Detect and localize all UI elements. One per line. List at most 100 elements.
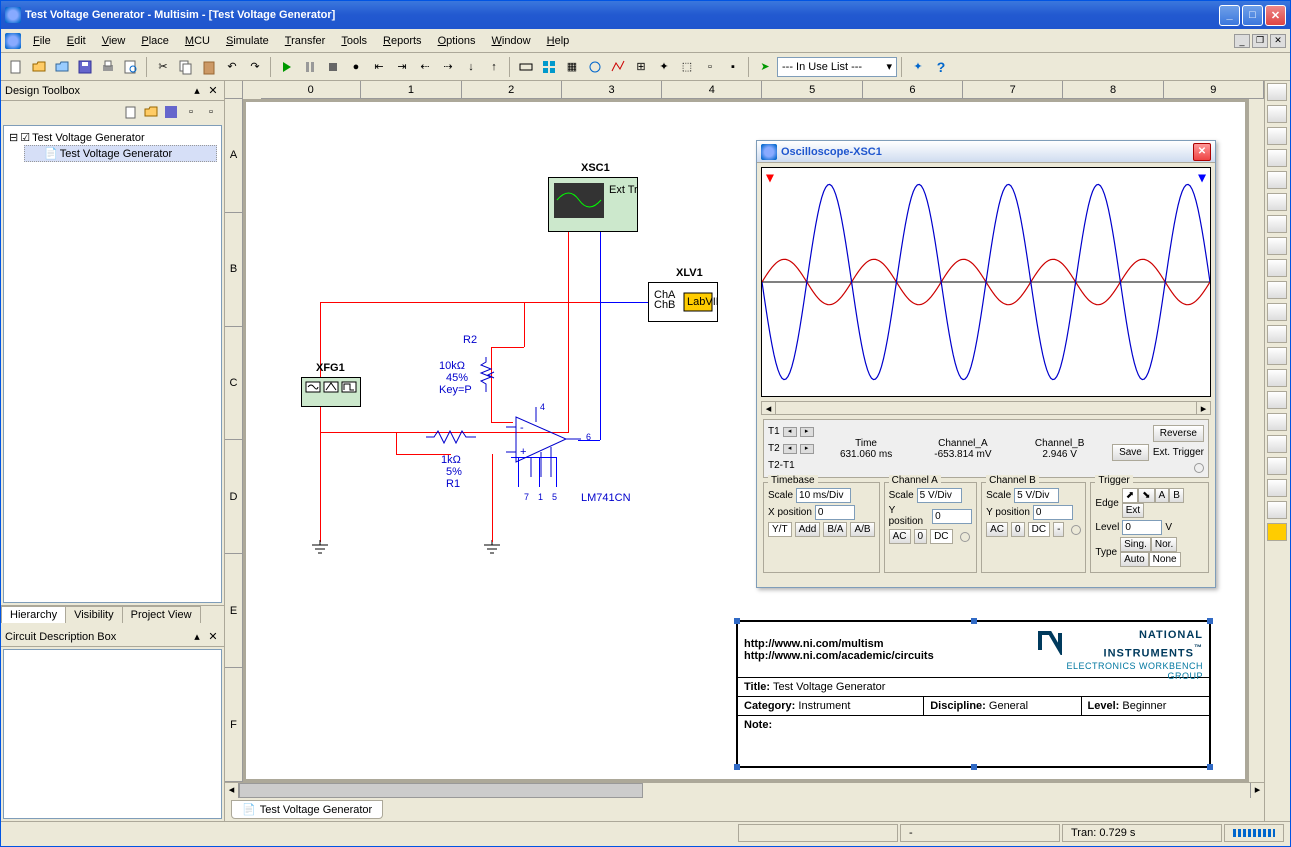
instrument-probe[interactable] <box>1267 501 1287 519</box>
cha-ypos-input[interactable] <box>932 509 972 524</box>
timebase-xpos-input[interactable] <box>815 505 855 520</box>
help-button[interactable]: ? <box>930 56 952 78</box>
tb-proj-5[interactable]: ▫ <box>202 103 220 121</box>
open-project-button[interactable] <box>142 103 160 121</box>
in-use-list-dropdown[interactable]: --- In Use List ---▾ <box>777 57 897 77</box>
pause-button[interactable] <box>299 56 321 78</box>
maximize-button[interactable]: □ <box>1242 5 1263 26</box>
canvas-scroll-h[interactable]: ◂ ▸ <box>225 782 1264 798</box>
xlv1-component[interactable]: ChAChBLabVIEW <box>648 282 718 322</box>
instrument-tek-scope[interactable] <box>1267 457 1287 475</box>
tb-btn-10[interactable]: ↑ <box>483 56 505 78</box>
chb-modes-jack[interactable] <box>1071 525 1081 535</box>
trigger-edge-[interactable]: ⬊ <box>1138 488 1154 503</box>
chb-modes-0[interactable]: 0 <box>1011 522 1025 537</box>
redo-button[interactable]: ↷ <box>244 56 266 78</box>
open-sample-button[interactable] <box>51 56 73 78</box>
cut-button[interactable]: ✂ <box>152 56 174 78</box>
timebase-modes-ab[interactable]: A/B <box>850 522 874 537</box>
trigger-types-sing[interactable]: Sing. <box>1120 537 1151 552</box>
instrument-4ch-scope[interactable] <box>1267 171 1287 189</box>
cha-modes-dc[interactable]: DC <box>930 529 952 544</box>
expand-icon[interactable]: ⊟ <box>9 131 18 144</box>
close-button[interactable]: ✕ <box>1265 5 1286 26</box>
tb-btn-20[interactable]: ➤ <box>754 56 776 78</box>
menu-options[interactable]: Options <box>430 33 484 49</box>
t2-spinner[interactable]: ◂ <box>783 444 797 454</box>
step-button[interactable]: ● <box>345 56 367 78</box>
undo-button[interactable]: ↶ <box>221 56 243 78</box>
instrument-agilent-fg[interactable] <box>1267 391 1287 409</box>
run-button[interactable] <box>276 56 298 78</box>
instrument-logic-converter[interactable] <box>1267 281 1287 299</box>
tb-btn-16[interactable]: ✦ <box>653 56 675 78</box>
menu-reports[interactable]: Reports <box>375 33 430 49</box>
instrument-distortion[interactable] <box>1267 325 1287 343</box>
t2-spinner-r[interactable]: ▸ <box>800 444 814 454</box>
desc-close-button[interactable]: ✕ <box>206 630 220 644</box>
instrument-agilent-scope[interactable] <box>1267 435 1287 453</box>
tb-btn-7[interactable]: ⇠ <box>414 56 436 78</box>
trigger-edge-a[interactable]: A <box>1155 488 1170 503</box>
tb-btn-6[interactable]: ⇥ <box>391 56 413 78</box>
instrument-spectrum[interactable] <box>1267 347 1287 365</box>
grapher-button[interactable]: ▦ <box>561 56 583 78</box>
trigger-edge-[interactable]: ⬈ <box>1122 488 1138 503</box>
save-project-button[interactable] <box>162 103 180 121</box>
save-button[interactable] <box>74 56 96 78</box>
panel-tab-project-view[interactable]: Project View <box>122 606 201 623</box>
analysis-button[interactable] <box>607 56 629 78</box>
panel-close-button[interactable]: ✕ <box>206 84 220 98</box>
print-button[interactable] <box>97 56 119 78</box>
menu-window[interactable]: Window <box>483 33 538 49</box>
timebase-modes-yt[interactable]: Y/T <box>768 522 792 537</box>
mdi-restore-button[interactable]: ❐ <box>1252 34 1268 48</box>
tb-btn-9[interactable]: ↓ <box>460 56 482 78</box>
menu-file[interactable]: File <box>25 33 59 49</box>
chb-modes-dc[interactable]: DC <box>1028 522 1050 537</box>
oscilloscope-close-button[interactable]: ✕ <box>1193 143 1211 161</box>
reverse-button[interactable]: Reverse <box>1153 425 1204 442</box>
ext-trigger-jack[interactable] <box>1194 463 1204 473</box>
trigger-types-none[interactable]: None <box>1149 552 1181 567</box>
timebase-scale-input[interactable] <box>796 488 851 503</box>
menu-transfer[interactable]: Transfer <box>277 33 334 49</box>
tb-btn-21[interactable]: ✦ <box>907 56 929 78</box>
panel-tab-visibility[interactable]: Visibility <box>65 606 123 623</box>
t1-spinner-r[interactable]: ▸ <box>800 427 814 437</box>
trigger-edge-ext[interactable]: Ext <box>1122 503 1144 518</box>
tree-root[interactable]: ⊟ ☑ Test Voltage Generator <box>8 130 217 145</box>
title-block[interactable]: http://www.ni.com/multism http://www.ni.… <box>736 620 1211 768</box>
document-tab[interactable]: 📄 Test Voltage Generator <box>231 800 383 819</box>
design-tree[interactable]: ⊟ ☑ Test Voltage Generator 📄 Test Voltag… <box>3 125 222 603</box>
instrument-agilent-mm[interactable] <box>1267 413 1287 431</box>
tb-btn-8[interactable]: ⇢ <box>437 56 459 78</box>
menu-help[interactable]: Help <box>539 33 578 49</box>
instrument-bode[interactable] <box>1267 193 1287 211</box>
mdi-minimize-button[interactable]: _ <box>1234 34 1250 48</box>
instrument-wattmeter[interactable] <box>1267 127 1287 145</box>
oscilloscope-titlebar[interactable]: Oscilloscope-XSC1 ✕ <box>757 141 1215 163</box>
instrument-iv[interactable] <box>1267 303 1287 321</box>
osc-scroll-right[interactable]: ▸ <box>1196 402 1210 414</box>
chb-ypos-input[interactable] <box>1033 505 1073 520</box>
paste-button[interactable] <box>198 56 220 78</box>
menu-edit[interactable]: Edit <box>59 33 94 49</box>
menu-tools[interactable]: Tools <box>333 33 375 49</box>
instrument-freq-counter[interactable] <box>1267 215 1287 233</box>
tb-btn-5[interactable]: ⇤ <box>368 56 390 78</box>
panel-dropdown-button[interactable]: ▴ <box>190 84 204 98</box>
xfg1-component[interactable] <box>301 377 361 407</box>
trigger-types-nor[interactable]: Nor. <box>1151 537 1177 552</box>
tb-btn-15[interactable]: ⊞ <box>630 56 652 78</box>
menu-mcu[interactable]: MCU <box>177 33 218 49</box>
instrument-network[interactable] <box>1267 369 1287 387</box>
panel-tab-hierarchy[interactable]: Hierarchy <box>1 606 66 623</box>
trigger-edge-b[interactable]: B <box>1169 488 1184 503</box>
xsc1-component[interactable]: Ext Trig <box>548 177 638 232</box>
desc-dropdown-button[interactable]: ▴ <box>190 630 204 644</box>
trigger-types-auto[interactable]: Auto <box>1120 552 1149 567</box>
t1-spinner[interactable]: ◂ <box>783 427 797 437</box>
timebase-modes-ba[interactable]: B/A <box>823 522 847 537</box>
tb-btn-19[interactable]: ▪ <box>722 56 744 78</box>
